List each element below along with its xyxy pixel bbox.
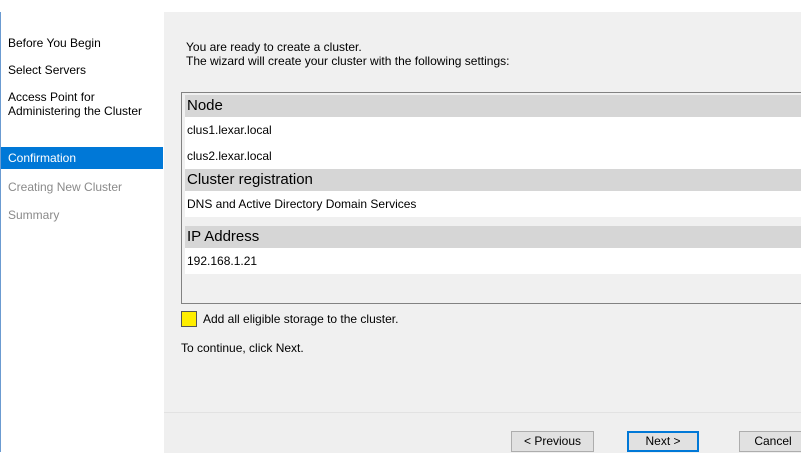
wizard-content: You are ready to create a cluster. The w… xyxy=(164,12,801,453)
ip-address-row: 192.168.1.21 xyxy=(185,248,801,274)
section-header-cluster-registration: Cluster registration xyxy=(185,169,801,191)
cluster-registration-row: DNS and Active Directory Domain Services xyxy=(185,191,801,217)
nav-step-access-point[interactable]: Access Point for Administering the Clust… xyxy=(1,90,151,118)
add-storage-checkbox[interactable] xyxy=(181,311,197,327)
nav-step-creating-new-cluster: Creating New Cluster xyxy=(8,180,123,194)
cancel-button[interactable]: Cancel xyxy=(739,431,801,452)
intro-line-2: The wizard will create your cluster with… xyxy=(186,54,510,68)
nav-step-before-you-begin[interactable]: Before You Begin xyxy=(1,36,163,50)
nav-step-select-servers[interactable]: Select Servers xyxy=(1,63,163,77)
next-button[interactable]: Next > xyxy=(627,431,699,452)
wizard-footer: < Previous Next > Cancel xyxy=(164,412,801,453)
continue-instruction: To continue, click Next. xyxy=(181,341,304,355)
section-header-node: Node xyxy=(185,95,801,117)
nav-step-summary: Summary xyxy=(8,208,60,222)
section-header-ip-address: IP Address xyxy=(185,226,801,248)
intro-text: You are ready to create a cluster. The w… xyxy=(186,40,509,68)
add-storage-label[interactable]: Add all eligible storage to the cluster. xyxy=(203,312,398,326)
node-row-1: clus1.lexar.local xyxy=(185,117,801,143)
nav-step-confirmation[interactable]: Confirmation xyxy=(1,147,163,169)
previous-button[interactable]: < Previous xyxy=(511,431,594,452)
settings-summary-box[interactable]: Node clus1.lexar.local clus2.lexar.local… xyxy=(181,92,801,304)
intro-line-1: You are ready to create a cluster. xyxy=(186,40,362,54)
window-top-strip xyxy=(0,0,801,12)
node-row-2: clus2.lexar.local xyxy=(185,143,801,169)
wizard-steps-nav: Before You Begin Select Servers Access P… xyxy=(0,12,165,452)
